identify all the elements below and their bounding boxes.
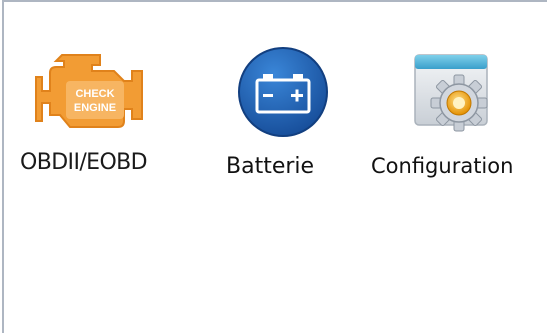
check-engine-text-line1: CHECK xyxy=(75,88,114,100)
app-label-configuration: Configuration xyxy=(371,154,514,178)
app-tile-obdii-eobd[interactable]: CHECK ENGINE OBDII/EOBD xyxy=(4,2,209,202)
app-tile-configuration[interactable]: Configuration xyxy=(359,2,547,202)
app-launcher-panel: CHECK ENGINE OBDII/EOBD Batterie Configu… xyxy=(2,0,547,333)
check-engine-icon[interactable]: CHECK ENGINE xyxy=(34,47,152,148)
app-label-obdii-eobd: OBDII/EOBD xyxy=(20,150,148,175)
app-label-batterie: Batterie xyxy=(226,154,315,179)
check-engine-text-line2: ENGINE xyxy=(74,102,116,114)
app-tile-batterie[interactable]: Batterie xyxy=(209,2,359,202)
battery-icon[interactable] xyxy=(235,44,331,145)
settings-gear-icon[interactable] xyxy=(407,47,503,148)
